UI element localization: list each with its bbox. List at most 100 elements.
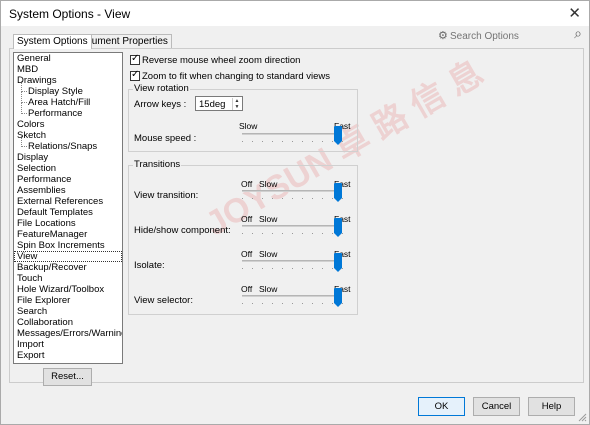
tree-item-performance[interactable]: Performance <box>14 174 122 185</box>
view-transition-slow-label: Slow <box>259 179 278 189</box>
slider-tick <box>322 141 323 142</box>
tree-item-assemblies[interactable]: Assemblies <box>14 185 122 196</box>
slider-track[interactable] <box>242 133 342 135</box>
tree-item-sketch[interactable]: Sketch <box>14 130 122 141</box>
slider-tick <box>322 303 323 304</box>
slider-ticks <box>242 268 343 270</box>
tree-item-backup-recover[interactable]: Backup/Recover <box>14 262 122 273</box>
slider-track[interactable] <box>242 295 342 297</box>
reverse-wheel-checkbox[interactable] <box>130 53 140 65</box>
tree-item-file-explorer[interactable]: File Explorer <box>14 295 122 306</box>
slider-tick <box>302 198 303 199</box>
view-transition-off-label: Off <box>241 179 253 189</box>
hide-show-slow-label: Slow <box>259 214 278 224</box>
arrow-keys-input[interactable] <box>199 98 231 110</box>
search-icon[interactable]: ⌕ <box>574 25 582 42</box>
tree-item-featuremanager[interactable]: FeatureManager <box>14 229 122 240</box>
tree-item-search[interactable]: Search <box>14 306 122 317</box>
tree-item-default-templates[interactable]: Default Templates <box>14 207 122 218</box>
search-input[interactable] <box>450 28 560 44</box>
slider-thumb[interactable] <box>334 126 342 145</box>
tree-item-display[interactable]: Display <box>14 152 122 163</box>
slider-tick <box>252 303 253 304</box>
slider-tick <box>262 303 263 304</box>
tree-item-external-references[interactable]: External References <box>14 196 122 207</box>
slider-thumb[interactable] <box>334 183 342 202</box>
ok-button[interactable]: OK <box>418 397 465 416</box>
slider-track[interactable] <box>242 190 342 192</box>
slider-track[interactable] <box>242 260 342 262</box>
slider-tick <box>322 268 323 269</box>
tree-item-spin-box-increments[interactable]: Spin Box Increments <box>14 240 122 251</box>
tree-item-view[interactable]: View <box>14 251 122 262</box>
slider-ticks <box>242 141 343 143</box>
slider-tick <box>312 268 313 269</box>
tree-item-file-locations[interactable]: File Locations <box>14 218 122 229</box>
tree-item-relations-snaps[interactable]: Relations/Snaps <box>14 136 122 152</box>
zoom-to-fit-option[interactable]: Zoom to fit when changing to standard vi… <box>130 69 330 83</box>
transitions-title: Transitions <box>133 159 182 170</box>
slider-tick <box>262 268 263 269</box>
tree-item-mbd[interactable]: MBD <box>14 64 122 75</box>
slider-track[interactable] <box>242 225 342 227</box>
mouse-speed-label: Mouse speed : <box>134 133 197 144</box>
spin-arrows[interactable]: ▲ ▼ <box>232 98 241 110</box>
tree-item-import[interactable]: Import <box>14 339 122 350</box>
arrow-keys-spinbox[interactable]: ▲ ▼ <box>195 96 243 111</box>
tab-system-options[interactable]: System Options <box>13 34 92 49</box>
isolate-off-label: Off <box>241 249 253 259</box>
tree-item-hole-wizard-toolbox[interactable]: Hole Wizard/Toolbox <box>14 284 122 295</box>
cancel-button[interactable]: Cancel <box>473 397 520 416</box>
slider-tick <box>292 198 293 199</box>
tree-item-general[interactable]: General <box>14 53 122 64</box>
arrow-keys-label: Arrow keys : <box>134 99 187 110</box>
mouse-speed-slow-label: Slow <box>239 121 258 131</box>
slider-tick <box>342 141 343 142</box>
view-selector-slow-label: Slow <box>259 284 278 294</box>
search-box[interactable]: ⚙ ⌕ <box>434 25 584 44</box>
tree-item-selection[interactable]: Selection <box>14 163 122 174</box>
slider-tick <box>332 198 333 199</box>
slider-ticks <box>242 303 343 305</box>
close-icon[interactable]: ✕ <box>568 4 581 22</box>
tree-item-messages-errors-warnings[interactable]: Messages/Errors/Warnings <box>14 328 122 339</box>
tree-item-drawings[interactable]: Drawings <box>14 75 122 86</box>
slider-tick <box>262 141 263 142</box>
slider-tick <box>282 141 283 142</box>
isolate-label: Isolate: <box>134 260 165 271</box>
slider-thumb[interactable] <box>334 218 342 237</box>
tree-item-display-style[interactable]: Display Style <box>14 81 122 97</box>
slider-tick <box>262 233 263 234</box>
reset-button[interactable]: Reset... <box>43 368 92 386</box>
slider-tick <box>332 233 333 234</box>
slider-tick <box>252 233 253 234</box>
slider-tick <box>342 303 343 304</box>
help-button[interactable]: Help <box>528 397 575 416</box>
options-tree[interactable]: General MBD Drawings Display Style Area Hatc… <box>13 52 123 364</box>
slider-tick <box>272 141 273 142</box>
spin-down-icon[interactable]: ▼ <box>233 104 241 110</box>
tree-item-touch[interactable]: Touch <box>14 273 122 284</box>
slider-tick <box>272 303 273 304</box>
title-bar: System Options - View ✕ <box>1 1 589 26</box>
tree-item-performance[interactable]: Performance <box>14 103 122 119</box>
zoom-to-fit-checkbox[interactable] <box>130 69 140 81</box>
zoom-to-fit-label: Zoom to fit when changing to standard vi… <box>142 71 330 82</box>
slider-thumb[interactable] <box>334 253 342 272</box>
reverse-wheel-option[interactable]: Reverse mouse wheel zoom direction <box>130 53 300 67</box>
slider-tick <box>312 141 313 142</box>
slider-tick <box>242 141 243 142</box>
view-selector-off-label: Off <box>241 284 253 294</box>
slider-thumb[interactable] <box>334 288 342 307</box>
slider-tick <box>292 268 293 269</box>
tree-item-area-hatch-fill[interactable]: Area Hatch/Fill <box>14 92 122 108</box>
slider-tick <box>312 233 313 234</box>
tree-item-collaboration[interactable]: Collaboration <box>14 317 122 328</box>
resize-grip-icon[interactable] <box>577 412 587 422</box>
gear-icon[interactable]: ⚙ <box>438 29 448 42</box>
slider-tick <box>262 198 263 199</box>
slider-tick <box>332 141 333 142</box>
tree-item-colors[interactable]: Colors <box>14 119 122 130</box>
tree-item-export[interactable]: Export <box>14 350 122 361</box>
slider-tick <box>332 303 333 304</box>
